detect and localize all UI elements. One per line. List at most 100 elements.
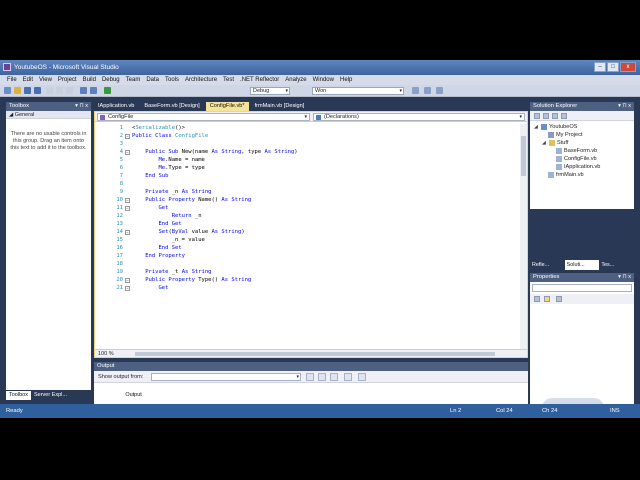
code-line[interactable]: 13 End Get [95,220,519,228]
minimize-button[interactable]: – [594,62,606,72]
collapse-icon[interactable]: − [125,150,130,155]
collapse-icon[interactable]: − [125,230,130,235]
collapse-icon[interactable]: − [125,206,130,211]
class-dropdown[interactable]: ConfigFile ▾ [97,113,310,121]
menu-debug[interactable]: Debug [99,77,123,83]
zoom-level[interactable]: 100 % [98,351,114,357]
categorized-icon[interactable] [534,296,540,302]
save-all-icon[interactable] [34,87,41,94]
properties-icon[interactable] [436,87,443,94]
tree-node-my-project[interactable]: My Project [548,131,582,139]
solution-configuration-dropdown[interactable]: Debug ▾ [250,87,290,95]
code-line[interactable]: 10− Public Property Name() As String [95,196,519,204]
find-combo[interactable]: Won ▾ [312,87,404,95]
code-area[interactable]: 1 <Serializable()> 2− Public Class ConfigFi… [95,124,519,349]
code-line[interactable]: 8 [95,180,519,188]
menu-edit[interactable]: Edit [20,77,36,83]
tab-test[interactable]: Tes... [599,260,634,270]
code-line[interactable]: 6 Me.Type = type [95,164,519,172]
menu-view[interactable]: View [36,77,55,83]
undo-icon[interactable] [80,87,87,94]
find-message-icon[interactable] [306,373,314,381]
horizontal-scrollbar[interactable] [135,352,495,356]
pin-icon[interactable]: ▾ ⊓ x [75,102,88,111]
tab-toolbox[interactable]: Toolbox [6,391,31,400]
new-project-icon[interactable] [4,87,11,94]
tab-iapplication[interactable]: IApplication.vb [94,102,138,111]
object-selector-dropdown[interactable] [532,284,632,292]
output-source-dropdown[interactable]: ▾ [151,373,301,381]
tab-frmmain-design[interactable]: frmMain.vb [Design] [251,102,309,111]
properties-button-icon[interactable] [534,113,540,119]
menu-team[interactable]: Team [123,77,144,83]
code-line[interactable]: 15 _n = value [95,236,519,244]
maximize-button[interactable]: □ [607,62,619,72]
collapse-icon[interactable]: ◢ [534,123,539,131]
tree-node-iapplication[interactable]: IApplication.vb [556,163,600,171]
solution-explorer-icon[interactable] [424,87,431,94]
menu-file[interactable]: File [4,77,20,83]
pin-icon[interactable]: ▾ ⊓ x [618,102,631,111]
find-icon[interactable] [412,87,419,94]
code-line[interactable]: 4− Public Sub New(name As String, type A… [95,148,519,156]
clear-all-icon[interactable] [344,373,352,381]
code-line[interactable]: 11− Get [95,204,519,212]
tree-node-stuff-folder[interactable]: ◢ Stuff [542,139,568,147]
tree-node-project[interactable]: ◢ YoutubeOS [534,123,577,131]
code-line[interactable]: 14− Set(ByVal value As String) [95,228,519,236]
next-message-icon[interactable] [330,373,338,381]
tree-node-frmmain[interactable]: frmMain.vb [548,171,584,179]
collapse-icon[interactable]: ◢ [542,139,547,147]
tab-error-list[interactable]: Error List [94,391,122,400]
collapse-icon[interactable]: − [125,198,130,203]
menu-build[interactable]: Build [80,77,99,83]
tab-configfile[interactable]: ConfigFile.vb* [205,102,249,111]
menu-analyze[interactable]: Analyze [282,77,309,83]
vertical-scrollbar[interactable] [520,124,527,349]
property-pages-icon[interactable] [556,296,562,302]
tree-node-baseform[interactable]: BaseForm.vb [556,147,597,155]
view-code-icon[interactable] [561,113,567,119]
prev-message-icon[interactable] [318,373,326,381]
menu-help[interactable]: Help [337,77,355,83]
alphabetical-icon[interactable] [544,296,550,302]
collapse-icon[interactable]: − [125,286,130,291]
menu-window[interactable]: Window [310,77,337,83]
code-line[interactable]: 5 Me.Name = name [95,156,519,164]
tree-node-configfile[interactable]: ConfigFile.vb [556,155,597,163]
paste-icon[interactable] [66,87,73,94]
code-line[interactable]: 1 <Serializable()> [95,124,519,132]
pin-icon[interactable]: ▾ ⊓ x [618,273,631,282]
code-line[interactable]: 3 [95,140,519,148]
code-line[interactable]: 16 End Set [95,244,519,252]
word-wrap-icon[interactable] [358,373,366,381]
code-line[interactable]: 20− Public Property Type() As String [95,276,519,284]
code-line[interactable]: 21− Get [95,284,519,292]
show-all-files-icon[interactable] [543,113,549,119]
redo-icon[interactable] [90,87,97,94]
code-editor[interactable]: ConfigFile ▾ (Declarations) ▾ 1 <Serializab… [94,111,528,358]
menu-project[interactable]: Project [55,77,80,83]
copy-icon[interactable] [56,87,63,94]
code-line[interactable]: 17 End Property [95,252,519,260]
member-dropdown[interactable]: (Declarations) ▾ [313,113,525,121]
save-icon[interactable] [24,87,31,94]
start-debugging-icon[interactable] [104,87,111,94]
refresh-icon[interactable] [552,113,558,119]
open-file-icon[interactable] [14,87,21,94]
code-line[interactable]: 7 End Sub [95,172,519,180]
menu-data[interactable]: Data [143,77,162,83]
tab-output[interactable]: Output [122,391,145,400]
code-line[interactable]: 2− Public Class ConfigFile [95,132,519,140]
code-line[interactable]: 12 Return _n [95,212,519,220]
tab-server-explorer[interactable]: Server Expl... [31,391,70,400]
collapse-icon[interactable]: − [125,134,130,139]
menu-net-reflector[interactable]: .NET Reflector [237,77,282,83]
collapse-icon[interactable]: − [125,278,130,283]
toolbox-group-general[interactable]: ◢ General [6,111,91,119]
tab-solution-explorer[interactable]: Soluti... [564,260,600,270]
menu-test[interactable]: Test [220,77,237,83]
tab-reflector[interactable]: Refle... [530,260,565,270]
cut-icon[interactable] [46,87,53,94]
tab-baseform-design[interactable]: BaseForm.vb [Design] [140,102,203,111]
